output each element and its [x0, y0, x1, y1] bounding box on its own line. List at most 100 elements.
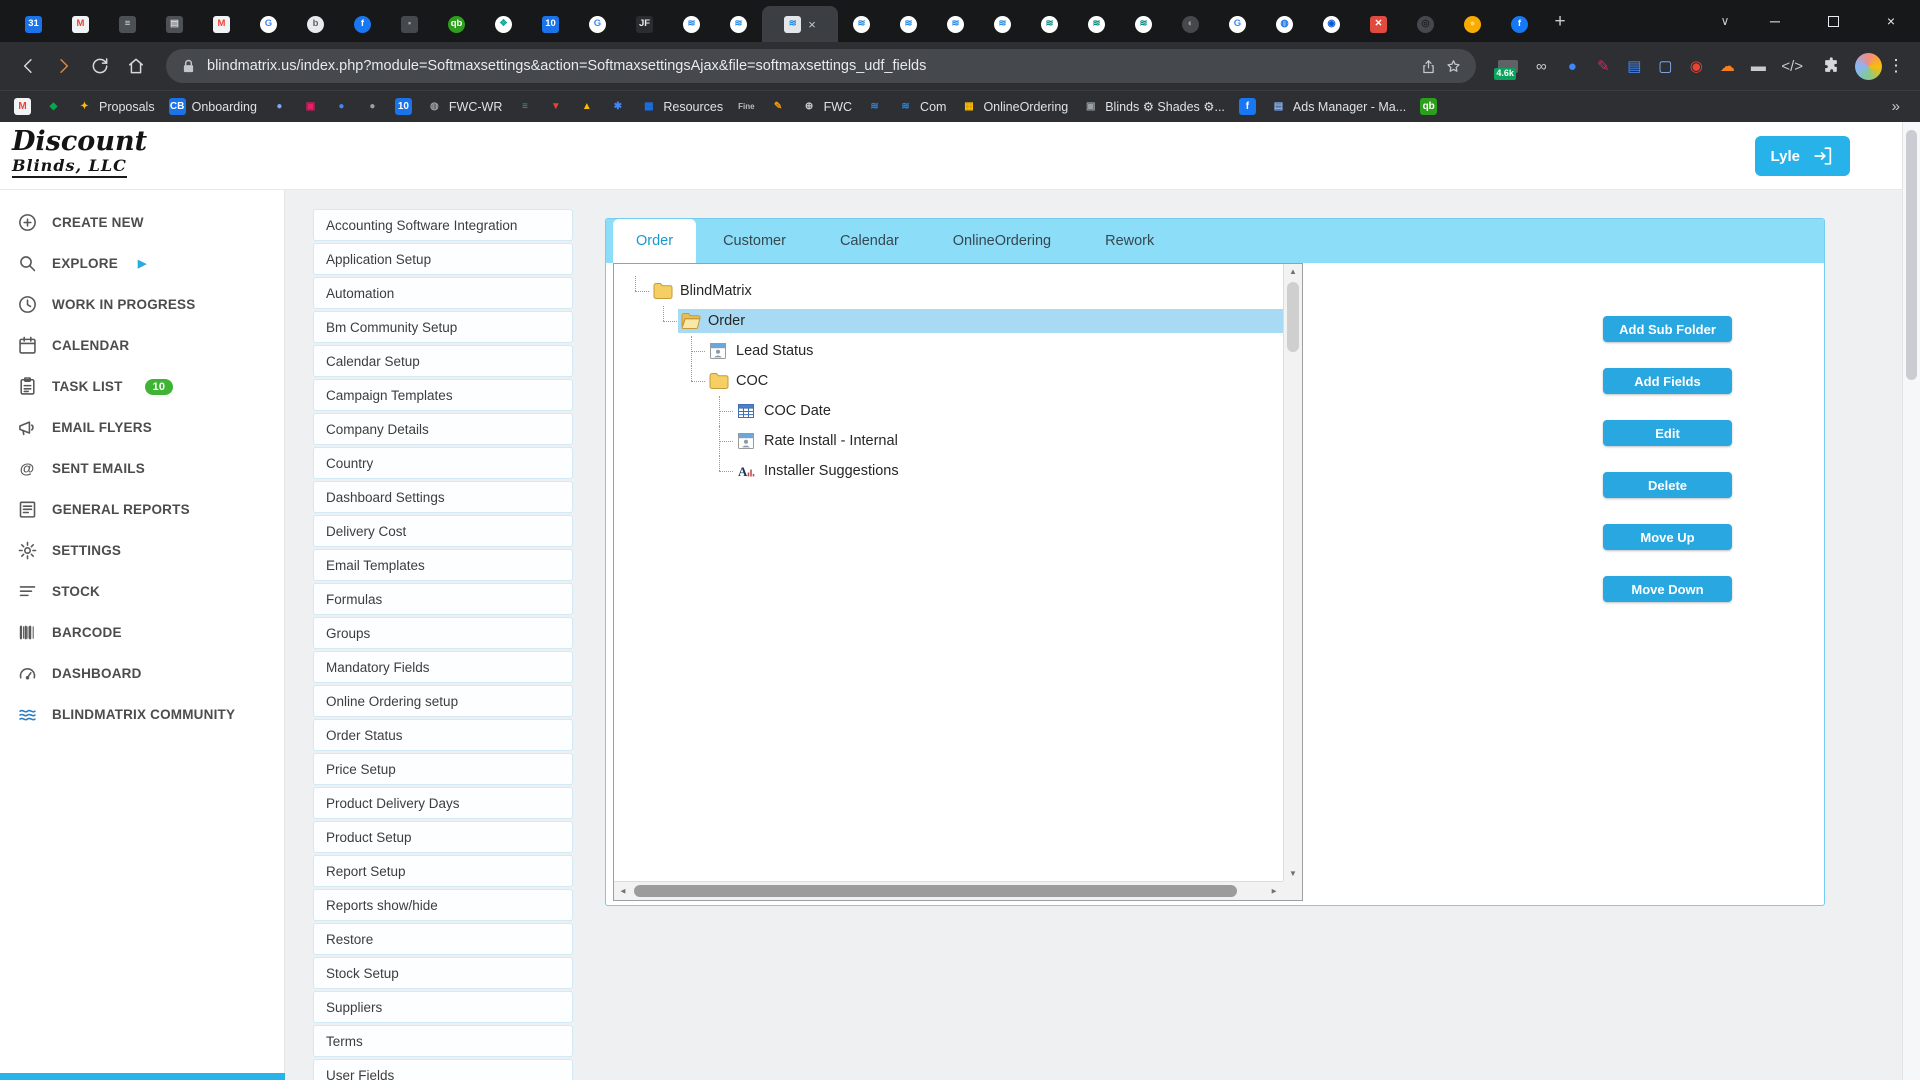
browser-tab-docs-dark[interactable]: ▤: [151, 6, 198, 42]
browser-tab-gmail[interactable]: M: [57, 6, 104, 42]
page-scrollbar[interactable]: [1902, 122, 1920, 1080]
back-icon[interactable]: [10, 48, 46, 84]
settings-menu-item-restore[interactable]: Restore: [313, 923, 573, 955]
browser-tab-gmail[interactable]: M: [198, 6, 245, 42]
tab-customer[interactable]: Customer: [696, 219, 813, 263]
bookmark-blinds-shades[interactable]: ▣Blinds ⚙ Shades ⚙...: [1082, 98, 1225, 115]
add-fields-button[interactable]: Add Fields: [1603, 368, 1732, 394]
settings-menu-item-dashboard-settings[interactable]: Dashboard Settings: [313, 481, 573, 513]
tab-onlineordering[interactable]: OnlineOrdering: [926, 219, 1078, 263]
browser-tab-blindmatrix[interactable]: ≋: [838, 6, 885, 42]
home-icon[interactable]: [118, 48, 154, 84]
sidebar-item-explore[interactable]: EXPLORE▶: [0, 243, 284, 284]
bookmark-com[interactable]: ≋Com: [897, 98, 946, 115]
tree-node-rate-install-internal[interactable]: Rate Install - Internal: [734, 429, 1283, 453]
sidebar-item-stock[interactable]: STOCK: [0, 571, 284, 612]
settings-menu-item-user-fields[interactable]: User Fields: [313, 1059, 573, 1080]
scroll-down-icon[interactable]: ▼: [1284, 869, 1302, 878]
bookmark-rainbow-app[interactable]: ✱: [609, 98, 626, 115]
bookmark-gmail[interactable]: M: [14, 98, 31, 115]
settings-menu-item-email-templates[interactable]: Email Templates: [313, 549, 573, 581]
reload-icon[interactable]: [82, 48, 118, 84]
browser-tab-teal-logo[interactable]: ≋: [1073, 6, 1120, 42]
settings-menu-item-product-delivery-days[interactable]: Product Delivery Days: [313, 787, 573, 819]
sidebar-item-work-in-progress[interactable]: WORK IN PROGRESS: [0, 284, 284, 325]
cloud-orange-extension-icon[interactable]: ☁: [1719, 59, 1735, 74]
edit-button[interactable]: Edit: [1603, 420, 1732, 446]
minimize-button[interactable]: ─: [1746, 0, 1804, 42]
browser-tab-google[interactable]: G: [1214, 6, 1261, 42]
bookmark-resources[interactable]: ▦Resources: [640, 98, 723, 115]
globe-blue-extension-icon[interactable]: ●: [1564, 59, 1580, 74]
tab-close-icon[interactable]: ×: [808, 17, 816, 32]
tree-vertical-scrollbar[interactable]: ▲ ▼: [1283, 264, 1302, 881]
bookmark-pink-app[interactable]: ▣: [302, 98, 319, 115]
browser-tab-jf[interactable]: JF: [621, 6, 668, 42]
settings-menu-item-application-setup[interactable]: Application Setup: [313, 243, 573, 275]
bookmark-tasks-green[interactable]: ≡: [516, 98, 533, 115]
extensions-puzzle-icon[interactable]: [1813, 48, 1849, 84]
tree-node-blindmatrix[interactable]: BlindMatrix: [650, 279, 1283, 303]
move-up-button[interactable]: Move Up: [1603, 524, 1732, 550]
browser-tab-blue-10[interactable]: 10: [527, 6, 574, 42]
browser-tab-quickbooks[interactable]: qb: [433, 6, 480, 42]
bookmark-fine[interactable]: Fine: [737, 98, 755, 115]
tree-node-coc-date[interactable]: COC Date: [734, 399, 1283, 423]
settings-menu-item-country[interactable]: Country: [313, 447, 573, 479]
new-tab-button[interactable]: +: [1543, 6, 1577, 38]
bookmark-proposals[interactable]: ✦Proposals: [76, 98, 155, 115]
scroll-up-icon[interactable]: ▲: [1284, 267, 1302, 276]
settings-menu-item-formulas[interactable]: Formulas: [313, 583, 573, 615]
move-down-button[interactable]: Move Down: [1603, 576, 1732, 602]
coupon-extension-icon[interactable]: 4.6k: [1498, 60, 1518, 73]
tab-rework[interactable]: Rework: [1078, 219, 1181, 263]
settings-menu-item-campaign-templates[interactable]: Campaign Templates: [313, 379, 573, 411]
browser-tab-active[interactable]: ≋×: [762, 6, 838, 42]
sidebar-item-dashboard[interactable]: DASHBOARD: [0, 653, 284, 694]
bookmark-person-blue[interactable]: ●: [333, 98, 350, 115]
browser-tab-notes-dark[interactable]: ≡: [104, 6, 151, 42]
sidebar-item-blindmatrix-community[interactable]: BLINDMATRIX COMMUNITY: [0, 694, 284, 735]
browser-tab-orange-dot[interactable]: ●: [1449, 6, 1496, 42]
bookmark-star-icon[interactable]: [1445, 58, 1462, 75]
browser-menu-icon[interactable]: ⋮: [1882, 56, 1910, 76]
browser-tab-globe-dark[interactable]: ◐: [1167, 6, 1214, 42]
browser-tab-google-calendar[interactable]: 31: [10, 6, 57, 42]
address-bar[interactable]: blindmatrix.us/index.php?module=Softmaxs…: [166, 49, 1476, 83]
vertical-scroll-thumb[interactable]: [1287, 282, 1299, 352]
settings-menu-item-stock-setup[interactable]: Stock Setup: [313, 957, 573, 989]
settings-menu-item-company-details[interactable]: Company Details: [313, 413, 573, 445]
add-sub-folder-button[interactable]: Add Sub Folder: [1603, 316, 1732, 342]
bookmark-onlineordering[interactable]: ▦OnlineOrdering: [960, 98, 1068, 115]
tree-horizontal-scrollbar[interactable]: ◄ ►: [614, 881, 1283, 900]
settings-menu-item-accounting-software-integration[interactable]: Accounting Software Integration: [313, 209, 573, 241]
bookmark-orange-pen[interactable]: ✎: [770, 98, 787, 115]
horizontal-scroll-thumb[interactable]: [634, 885, 1237, 897]
record-red-extension-icon[interactable]: ◉: [1688, 59, 1704, 74]
maximize-button[interactable]: [1804, 0, 1862, 42]
browser-tab-teal-logo[interactable]: ≋: [1120, 6, 1167, 42]
settings-menu-item-price-setup[interactable]: Price Setup: [313, 753, 573, 785]
browser-tab-blue-app[interactable]: ◍: [1261, 6, 1308, 42]
tree-node-coc[interactable]: COC: [706, 369, 1283, 393]
browser-tab-blue-app[interactable]: ◉: [1308, 6, 1355, 42]
settings-menu-item-report-setup[interactable]: Report Setup: [313, 855, 573, 887]
url-text[interactable]: blindmatrix.us/index.php?module=Softmaxs…: [207, 58, 1402, 74]
browser-tab-blindmatrix[interactable]: ≋: [885, 6, 932, 42]
browser-tab-teal-logo[interactable]: ≋: [1026, 6, 1073, 42]
tree-node-installer-suggestions[interactable]: AInstaller Suggestions: [734, 459, 1283, 483]
tab-order[interactable]: Order: [613, 219, 696, 263]
settings-menu-item-online-ordering-setup[interactable]: Online Ordering setup: [313, 685, 573, 717]
settings-menu-item-delivery-cost[interactable]: Delivery Cost: [313, 515, 573, 547]
tree-node-order[interactable]: Order: [678, 309, 1283, 333]
bookmark-maps-pin[interactable]: ▼: [547, 98, 564, 115]
browser-tab-teal-plant[interactable]: ❖: [480, 6, 527, 42]
pen-pink-extension-icon[interactable]: ✎: [1595, 59, 1611, 74]
bookmark-fwc-wr[interactable]: ◍FWC-WR: [426, 98, 502, 115]
browser-tab-facebook[interactable]: f: [339, 6, 386, 42]
bookmark-onboarding[interactable]: CBOnboarding: [169, 98, 257, 115]
page-scroll-thumb[interactable]: [1906, 130, 1917, 380]
sidebar-item-sent-emails[interactable]: @SENT EMAILS: [0, 448, 284, 489]
settings-menu-item-mandatory-fields[interactable]: Mandatory Fields: [313, 651, 573, 683]
bookmark-ads-manager-ma[interactable]: ▤Ads Manager - Ma...: [1270, 98, 1406, 115]
